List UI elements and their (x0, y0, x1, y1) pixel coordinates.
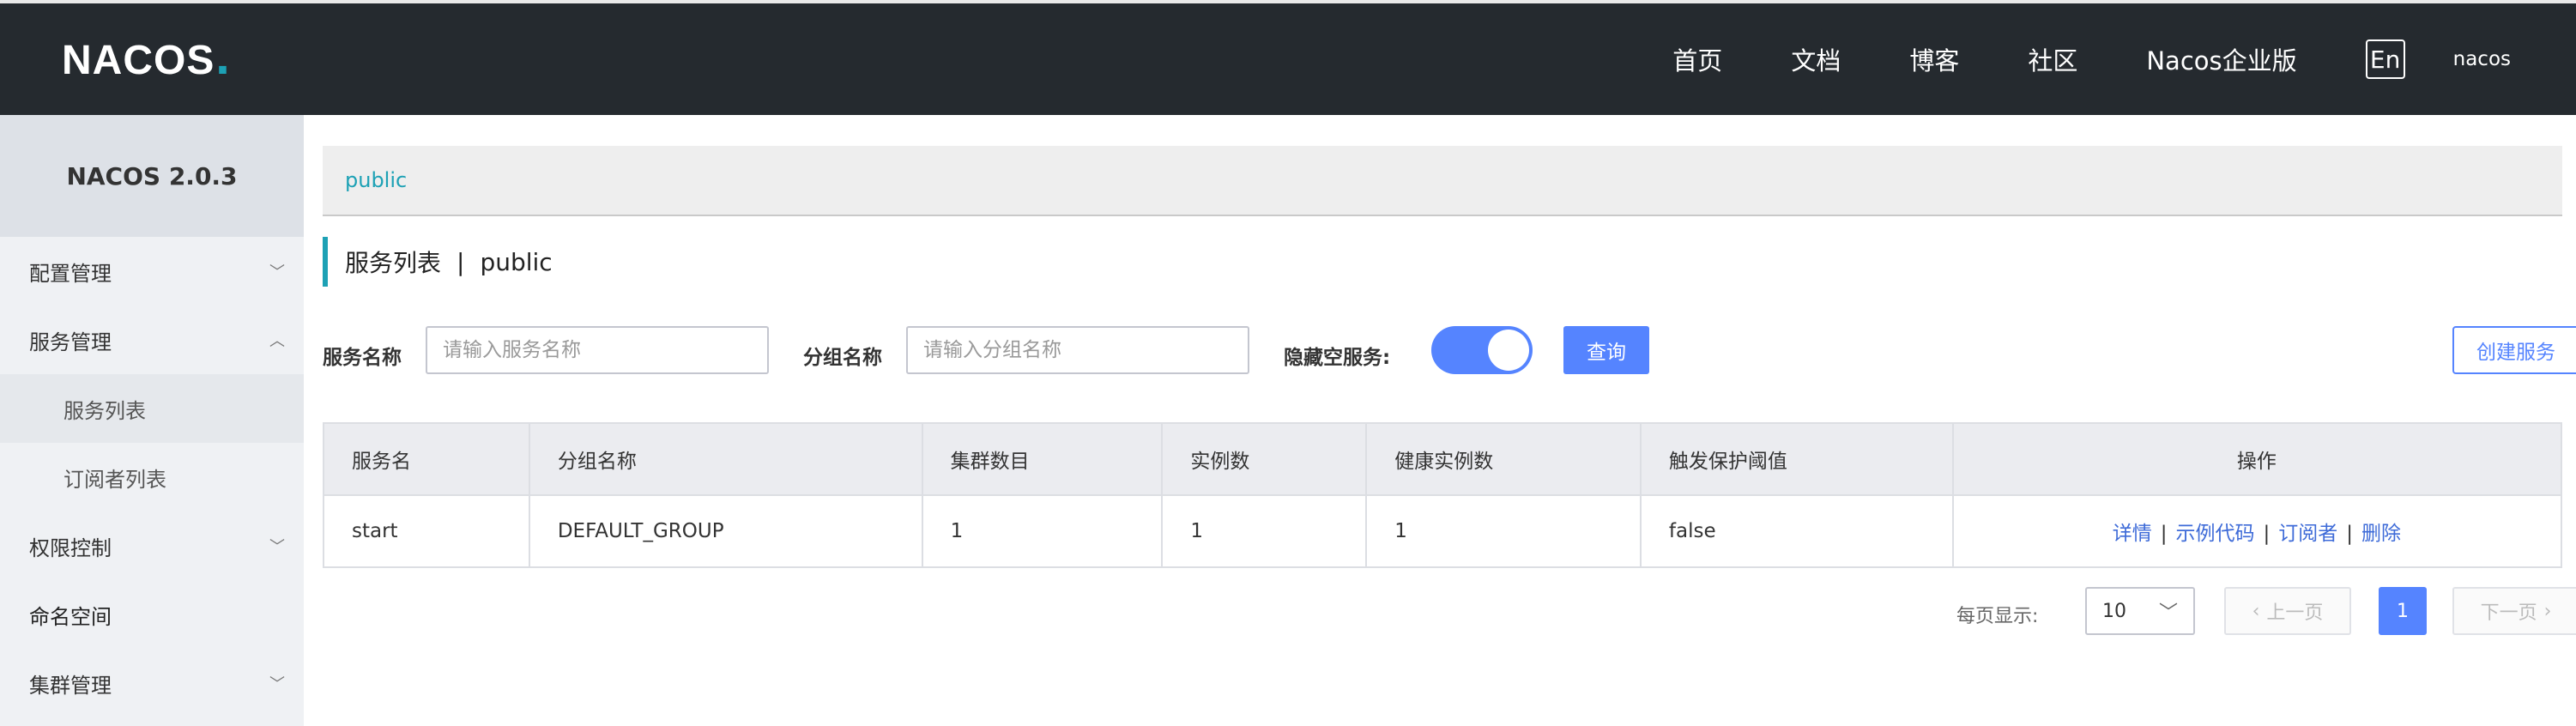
sidebar-item-subscriber-list[interactable]: 订阅者列表 (0, 443, 304, 511)
detail-link[interactable]: 详情 (2113, 523, 2152, 545)
logo-dot: . (215, 36, 231, 84)
toggle-knob (1488, 330, 1529, 371)
page-size-label: 每页显示: (1956, 606, 2039, 627)
chevron-left-icon: ‹ (2252, 600, 2260, 622)
pagination: 每页显示: 10 ﹀ ‹ 上一页 1 下一页 › (323, 585, 2576, 637)
column-header: 服务名 (323, 422, 530, 496)
column-header: 操作 (1951, 422, 2563, 496)
create-service-button[interactable]: 创建服务 (2452, 326, 2576, 374)
page-title: 服务列表 | public (323, 237, 553, 287)
chevron-down-icon: ﹀ (269, 675, 285, 693)
nav-home[interactable]: 首页 (1672, 41, 1722, 77)
table-row: start DEFAULT_GROUP 1 1 1 false 详情 | 示例代码 |… (323, 494, 2563, 568)
group-name-label: 分组名称 (803, 347, 882, 369)
sidebar-item-namespace[interactable]: 命名空间 (0, 580, 304, 649)
action-separator: | (2263, 523, 2271, 545)
version-label: NACOS 2.0.3 (0, 115, 304, 237)
namespace-link-public[interactable]: public (345, 168, 407, 192)
nacos-logo[interactable]: NACOS. (62, 34, 231, 86)
sidebar: NACOS 2.0.3 配置管理 ﹀ 服务管理 ︿ 服务列表 订阅者列表 权限控… (0, 115, 304, 726)
top-nav: 首页 文档 博客 社区 Nacos企业版 En nacos (1672, 3, 2576, 115)
chevron-right-icon: › (2543, 600, 2552, 622)
page-title-text: 服务列表 (345, 249, 442, 277)
user-name[interactable]: nacos (2453, 48, 2511, 70)
sidebar-item-config[interactable]: 配置管理 ﹀ (0, 237, 304, 306)
cell-instance-count: 1 (1161, 494, 1368, 568)
query-button[interactable]: 查询 (1563, 326, 1649, 374)
sidebar-item-cluster-management[interactable]: 集群管理 ﹀ (0, 649, 304, 717)
sidebar-item-label: 订阅者列表 (63, 467, 166, 492)
sidebar-item-label: 权限控制 (29, 535, 112, 560)
subscriber-link[interactable]: 订阅者 (2278, 523, 2337, 545)
chevron-down-icon: ﹀ (269, 263, 285, 281)
page-size-value: 10 (2102, 600, 2126, 622)
nav-docs[interactable]: 文档 (1791, 41, 1841, 77)
logo-text: NACOS (62, 37, 215, 83)
action-separator: | (2160, 523, 2168, 545)
service-table: 服务名 分组名称 集群数目 实例数 健康实例数 触发保护阈值 操作 start … (323, 422, 2563, 568)
cell-group-name: DEFAULT_GROUP (528, 494, 923, 568)
top-navbar: NACOS. 首页 文档 博客 社区 Nacos企业版 En nacos (0, 0, 2576, 115)
group-name-input[interactable] (906, 326, 1249, 374)
sidebar-item-label: 配置管理 (29, 261, 112, 286)
chevron-down-icon: ﹀ (269, 538, 285, 556)
cell-healthy-count: 1 (1365, 494, 1642, 568)
cell-service-name: start (323, 494, 530, 568)
sidebar-item-service-management[interactable]: 服务管理 ︿ (0, 306, 304, 374)
language-switch-button[interactable]: En (2365, 39, 2405, 79)
cell-protect-threshold: false (1639, 494, 1954, 568)
nav-enterprise[interactable]: Nacos企业版 (2146, 41, 2296, 77)
column-header: 触发保护阈值 (1639, 422, 1954, 496)
column-header: 集群数目 (921, 422, 1164, 496)
cell-cluster-count: 1 (921, 494, 1164, 568)
filter-bar: 服务名称 分组名称 隐藏空服务: 查询 创建服务 (323, 323, 2576, 383)
main-content: public 服务列表 | public 服务名称 分组名称 隐藏空服务: 查询… (304, 115, 2576, 726)
nav-blog[interactable]: 博客 (1909, 41, 1959, 77)
sidebar-item-access-control[interactable]: 权限控制 ﹀ (0, 511, 304, 580)
page-size-select[interactable]: 10 ﹀ (2085, 587, 2195, 635)
sidebar-item-label: 服务管理 (29, 330, 112, 354)
nav-community[interactable]: 社区 (2028, 41, 2077, 77)
next-page-label: 下一页 (2480, 602, 2537, 624)
prev-page-label: 上一页 (2266, 602, 2324, 624)
namespace-bar: public (323, 146, 2562, 216)
column-header: 实例数 (1161, 422, 1368, 496)
action-separator: | (2346, 523, 2353, 545)
cell-actions: 详情 | 示例代码 | 订阅者 | 删除 (1951, 494, 2563, 568)
hide-empty-toggle[interactable] (1431, 326, 1533, 374)
chevron-up-icon: ︿ (269, 332, 285, 350)
column-header: 分组名称 (528, 422, 923, 496)
title-separator: | (457, 247, 465, 276)
next-page-button[interactable]: 下一页 › (2452, 587, 2576, 635)
hide-empty-label: 隐藏空服务: (1284, 347, 1391, 369)
service-name-label: 服务名称 (323, 347, 402, 369)
sample-code-link[interactable]: 示例代码 (2175, 523, 2254, 545)
prev-page-button[interactable]: ‹ 上一页 (2224, 587, 2351, 635)
chevron-down-icon: ﹀ (2158, 602, 2178, 624)
delete-link[interactable]: 删除 (2361, 523, 2401, 545)
page-number-current[interactable]: 1 (2379, 587, 2427, 635)
sidebar-item-label: 服务列表 (63, 398, 146, 423)
sidebar-item-service-list[interactable]: 服务列表 (0, 374, 304, 443)
service-name-input[interactable] (426, 326, 769, 374)
sidebar-item-label: 集群管理 (29, 673, 112, 698)
column-header: 健康实例数 (1365, 422, 1642, 496)
sidebar-item-label: 命名空间 (29, 604, 112, 629)
table-header-row: 服务名 分组名称 集群数目 实例数 健康实例数 触发保护阈值 操作 (323, 422, 2563, 496)
page-title-namespace: public (480, 247, 553, 276)
